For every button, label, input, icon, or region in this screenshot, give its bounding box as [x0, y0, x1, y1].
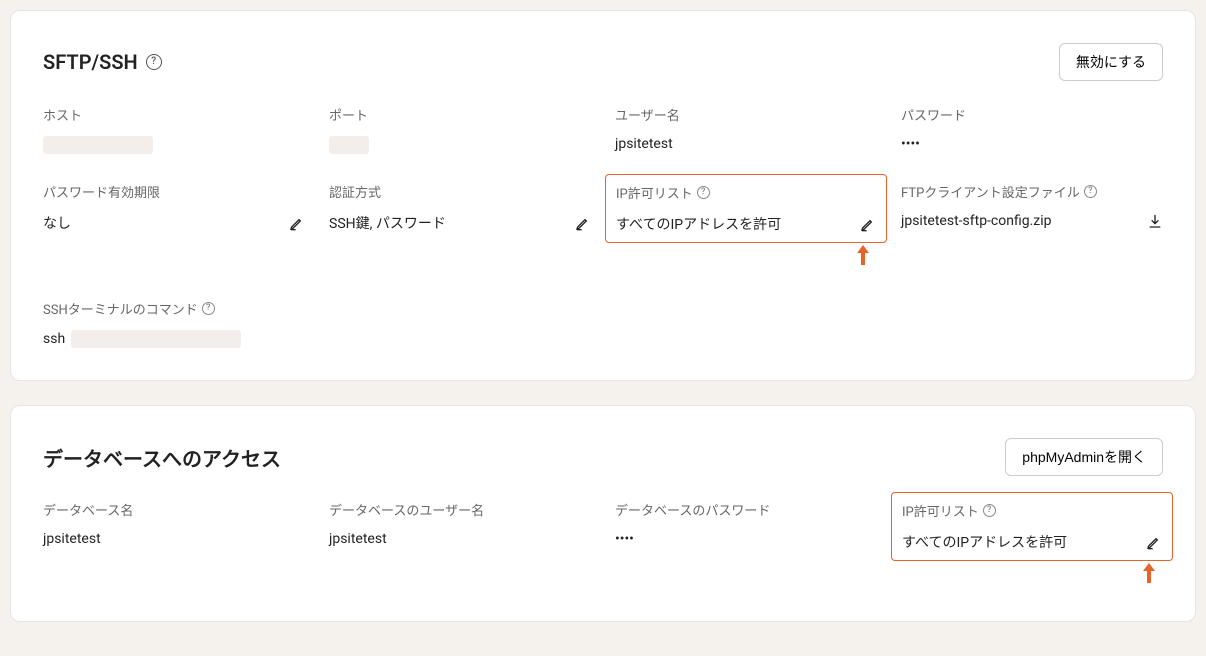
ftpconfig-label: FTPクライアント設定ファイル	[901, 182, 1080, 201]
expiry-value: なし	[43, 213, 71, 233]
host-label: ホスト	[43, 105, 305, 124]
ftpconfig-field: FTPクライアント設定ファイル ? jpsitetest-sftp-config…	[901, 182, 1163, 271]
sshcmd-redacted	[71, 330, 241, 348]
db-allowlist-value: すべてのIPアドレスを許可	[902, 532, 1067, 552]
dbuser-label: データベースのユーザー名	[329, 500, 591, 519]
host-field: ホスト	[43, 105, 305, 154]
port-label: ポート	[329, 105, 591, 124]
edit-icon[interactable]	[1146, 534, 1162, 550]
password-field: パスワード ••••	[901, 105, 1163, 154]
username-field: ユーザー名 jpsitetest	[615, 105, 877, 154]
port-value-redacted	[329, 136, 369, 154]
ftpconfig-label-row: FTPクライアント設定ファイル ?	[901, 182, 1163, 201]
host-value-redacted	[43, 136, 153, 154]
edit-icon[interactable]	[575, 215, 591, 231]
db-allowlist-label: IP許可リスト	[902, 501, 979, 520]
help-icon[interactable]: ?	[146, 54, 162, 70]
expiry-field: パスワード有効期限 なし	[43, 182, 305, 271]
sftp-grid: ホスト ポート ユーザー名 jpsitetest パスワード •••• パ	[43, 105, 1163, 348]
help-icon[interactable]: ?	[202, 302, 215, 315]
db-header: データベースへのアクセス phpMyAdminを開く	[43, 438, 1163, 476]
dbpassword-field: データベースのパスワード ••••	[615, 500, 877, 589]
dbuser-value: jpsitetest	[329, 531, 387, 547]
database-card: データベースへのアクセス phpMyAdminを開く データベース名 jpsit…	[10, 405, 1196, 622]
dbname-value: jpsitetest	[43, 531, 101, 547]
help-icon[interactable]: ?	[697, 186, 710, 199]
sftp-allowlist-field: IP許可リスト ? すべてのIPアドレスを許可	[615, 182, 877, 271]
arrow-up-icon	[615, 243, 877, 271]
sshcmd-value-row: ssh	[43, 330, 1163, 348]
sftp-allowlist-label-row: IP許可リスト ?	[616, 183, 876, 202]
dbname-label: データベース名	[43, 500, 305, 519]
port-field: ポート	[329, 105, 591, 154]
auth-field: 認証方式 SSH鍵, パスワード	[329, 182, 591, 271]
sshcmd-label: SSHターミナルのコマンド	[43, 299, 198, 318]
dbname-field: データベース名 jpsitetest	[43, 500, 305, 589]
sshcmd-label-row: SSHターミナルのコマンド ?	[43, 299, 1163, 318]
download-icon[interactable]	[1147, 213, 1163, 229]
db-title: データベースへのアクセス	[43, 443, 281, 472]
sftp-allowlist-highlight: IP許可リスト ? すべてのIPアドレスを許可	[605, 174, 887, 243]
sftp-allowlist-value: すべてのIPアドレスを許可	[616, 214, 781, 234]
dbuser-field: データベースのユーザー名 jpsitetest	[329, 500, 591, 589]
auth-value: SSH鍵, パスワード	[329, 213, 446, 233]
username-label: ユーザー名	[615, 105, 877, 124]
ftpconfig-value: jpsitetest-sftp-config.zip	[901, 213, 1052, 229]
dbpassword-label: データベースのパスワード	[615, 500, 877, 519]
username-value: jpsitetest	[615, 136, 673, 152]
sftp-ssh-card: SFTP/SSH ? 無効にする ホスト ポート ユーザー名 jpsitetes…	[10, 10, 1196, 381]
arrow-up-icon	[901, 561, 1163, 589]
sshcmd-field: SSHターミナルのコマンド ? ssh	[43, 299, 1163, 348]
sftp-title: SFTP/SSH	[43, 50, 138, 74]
edit-icon[interactable]	[289, 215, 305, 231]
db-grid: データベース名 jpsitetest データベースのユーザー名 jpsitete…	[43, 500, 1163, 589]
sftp-title-row: SFTP/SSH ?	[43, 50, 162, 74]
sshcmd-prefix: ssh	[43, 331, 65, 347]
db-allowlist-highlight: IP許可リスト ? すべてのIPアドレスを許可	[891, 492, 1173, 561]
expiry-label: パスワード有効期限	[43, 182, 305, 201]
dbpassword-value: ••••	[615, 531, 634, 547]
help-icon[interactable]: ?	[1084, 185, 1097, 198]
password-label: パスワード	[901, 105, 1163, 124]
db-allowlist-field: IP許可リスト ? すべてのIPアドレスを許可	[901, 500, 1163, 589]
auth-label: 認証方式	[329, 182, 591, 201]
db-allowlist-label-row: IP許可リスト ?	[902, 501, 1162, 520]
phpmyadmin-button[interactable]: phpMyAdminを開く	[1005, 438, 1163, 476]
password-value: ••••	[901, 136, 920, 152]
sftp-allowlist-label: IP許可リスト	[616, 183, 693, 202]
edit-icon[interactable]	[860, 216, 876, 232]
sftp-header: SFTP/SSH ? 無効にする	[43, 43, 1163, 81]
disable-button[interactable]: 無効にする	[1059, 43, 1163, 81]
help-icon[interactable]: ?	[983, 504, 996, 517]
